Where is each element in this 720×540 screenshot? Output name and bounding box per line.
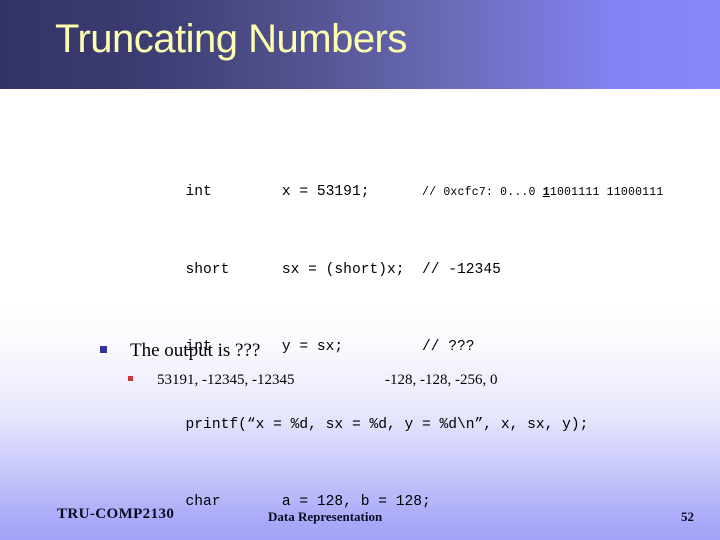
bullet-item-level2: 53191, -12345, -12345	[128, 371, 295, 389]
code-line: int y = sx; // ???	[133, 309, 663, 355]
sign-bit-marker: 1	[542, 186, 550, 200]
code-line-text: int x = 53191;	[185, 184, 423, 201]
square-bullet-icon	[100, 346, 107, 353]
code-line-text: short sx = (short)x;	[185, 261, 423, 278]
bullet-level2-label-left: 53191, -12345, -12345	[157, 372, 295, 388]
slide-canvas: Truncating Numbers int x = 53191; // 0xc…	[0, 0, 720, 540]
square-sub-bullet-icon	[128, 376, 133, 381]
code-line: int x = 53191; // 0xcfc7: 0...0 11001111…	[133, 155, 664, 200]
code-line-comment: // 0xcfc7: 0...0	[422, 186, 543, 200]
code-line-comment: // ???	[422, 339, 475, 356]
code-line: char a = 128, b = 128;	[133, 464, 663, 510]
footer-topic-label: Data Representation	[268, 509, 383, 524]
footer-page-number: 52	[681, 509, 694, 524]
page-title: Truncating Numbers	[55, 17, 407, 61]
code-line-comment: // -12345	[422, 261, 501, 278]
code-line: short sx = (short)x; // -12345	[133, 232, 663, 278]
bullet-level1-label: The output is ???	[130, 340, 261, 361]
code-line-text: printf(“x = %d, sx = %d, y = %d\n”, x, s…	[185, 416, 589, 433]
bullet-level2-label-right: -128, -128, -256, 0	[385, 372, 498, 388]
code-block: int x = 53191; // 0xcfc7: 0...0 11001111…	[133, 103, 664, 540]
code-line-bits: 1001111 11000111	[549, 186, 664, 200]
code-line: printf(“x = %d, sx = %d, y = %d\n”, x, s…	[133, 387, 663, 433]
bullet-item-level1: The output is ???	[100, 340, 260, 362]
title-banner: Truncating Numbers	[0, 0, 720, 89]
code-line-text: char a = 128, b = 128;	[185, 493, 431, 510]
footer-course-label: TRU-COMP2130	[57, 506, 175, 522]
